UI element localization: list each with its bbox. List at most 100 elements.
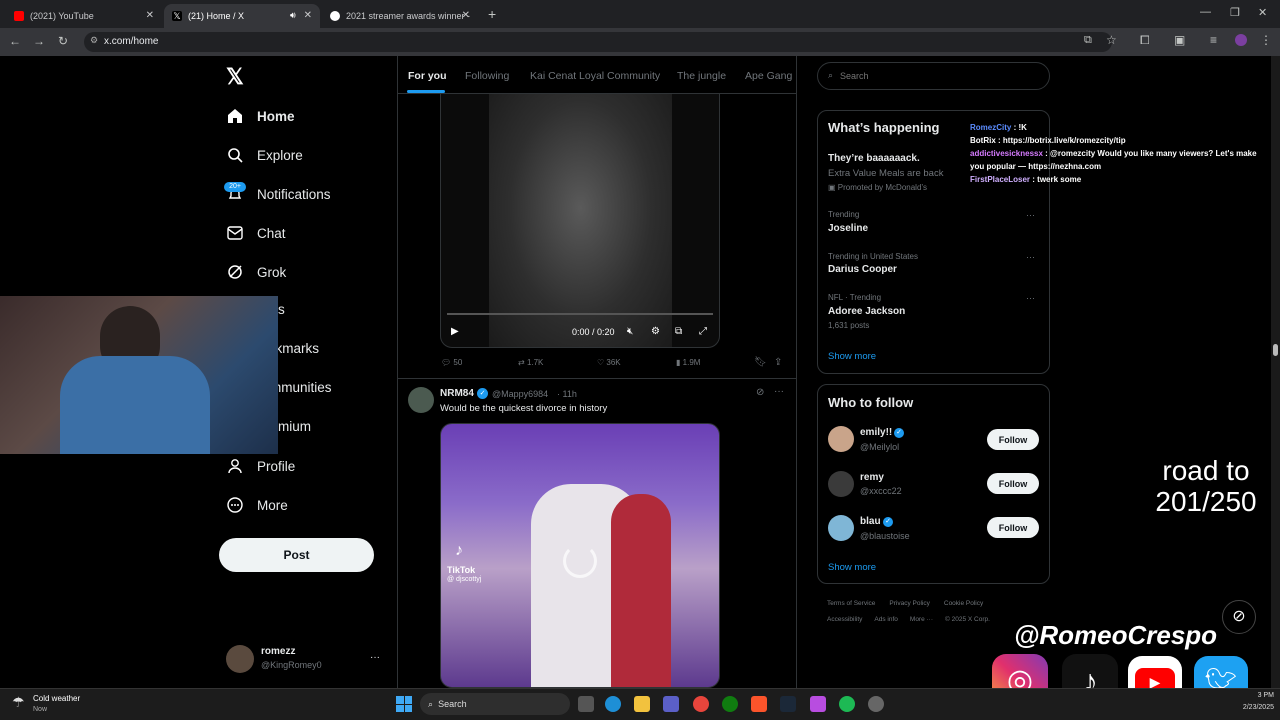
author-avatar[interactable]	[408, 387, 434, 413]
task-view-icon[interactable]	[578, 696, 594, 712]
search-box[interactable]: ⌕	[817, 62, 1050, 90]
trend-more-icon[interactable]: ···	[1026, 252, 1035, 262]
tab-youtube[interactable]: (2021) YouTube ✕	[6, 4, 162, 28]
bookmark-star-icon[interactable]: ☆	[1106, 33, 1117, 47]
accessibility-link[interactable]: Accessibility	[827, 616, 862, 623]
fullscreen-icon[interactable]: ⤢	[699, 326, 707, 337]
like-action[interactable]: ♡ 36K	[597, 358, 621, 367]
ads-info-link[interactable]: Ads info	[874, 616, 898, 623]
footer-more-link[interactable]: More ···	[910, 616, 933, 623]
reply-action[interactable]: 💬︎ 50	[441, 358, 462, 367]
repost-action[interactable]: ⇄ 1.7K	[518, 358, 543, 367]
install-app-icon[interactable]: ⧉	[1084, 34, 1092, 47]
reload-icon[interactable]: ↻	[56, 34, 70, 48]
edge-icon[interactable]	[605, 696, 621, 712]
tab-following[interactable]: Following	[465, 70, 509, 82]
clock-time[interactable]: 3 PM	[1244, 692, 1274, 699]
minimize-button[interactable]: —	[1200, 6, 1211, 18]
close-tab-icon[interactable]: ✕	[146, 10, 154, 21]
new-tab-button[interactable]: +	[488, 6, 496, 22]
back-icon[interactable]: ←	[8, 34, 22, 48]
settings-gear-icon[interactable]: ⚙	[651, 326, 660, 337]
clock-date[interactable]: 2/23/2025	[1234, 704, 1274, 711]
post-button[interactable]: Post	[219, 538, 374, 572]
x-logo-icon[interactable]: 𝕏	[226, 64, 244, 90]
user-avatar[interactable]	[828, 515, 854, 541]
obs-icon[interactable]	[868, 696, 884, 712]
nav-home[interactable]: Home	[226, 105, 295, 127]
taskbar-search[interactable]: ⌕ Search	[420, 693, 570, 715]
spotify-icon[interactable]	[839, 696, 855, 712]
chrome-icon[interactable]	[693, 696, 709, 712]
sidepanel-icon[interactable]: ▣	[1174, 33, 1185, 47]
user-avatar[interactable]	[828, 426, 854, 452]
tab-ape-gang[interactable]: Ape Gang	[745, 70, 792, 82]
windows-start-icon[interactable]	[396, 696, 412, 712]
nav-grok[interactable]: Grok	[226, 261, 286, 283]
trend-name[interactable]: Joseline	[828, 223, 868, 234]
promo-title[interactable]: They’re baaaaaack.	[828, 153, 920, 164]
mute-icon[interactable]: 🔇︎	[627, 326, 633, 337]
nav-chat[interactable]: Chat	[226, 222, 286, 244]
xbox-icon[interactable]	[722, 696, 738, 712]
search-input[interactable]	[840, 68, 1030, 84]
tab-for-you[interactable]: For you	[408, 70, 447, 82]
pip-icon[interactable]: ⧉	[675, 326, 682, 337]
nav-explore[interactable]: Explore	[226, 144, 303, 166]
nav-more[interactable]: More	[226, 494, 288, 516]
brave-icon[interactable]	[751, 696, 767, 712]
nav-communities-label[interactable]: mmunities	[270, 380, 332, 395]
follow-show-more[interactable]: Show more	[828, 562, 876, 573]
views-action[interactable]: ▮ 1.9M	[676, 358, 700, 367]
speaker-icon[interactable]: 🔊︎	[290, 10, 296, 21]
terms-link[interactable]: Terms of Service	[827, 600, 875, 607]
share-icon[interactable]: ⇪	[774, 357, 782, 368]
post-time[interactable]: · 11h	[557, 389, 577, 399]
close-window-button[interactable]: ✕	[1258, 6, 1267, 19]
follow-button[interactable]: Follow	[987, 429, 1039, 450]
follow-button[interactable]: Follow	[987, 517, 1039, 538]
user-avatar[interactable]	[828, 471, 854, 497]
site-info-icon[interactable]: ⚙	[90, 35, 98, 46]
video-progress-track[interactable]	[447, 313, 713, 315]
trend-name[interactable]: Adoree Jackson	[828, 306, 905, 317]
tab-the-jungle[interactable]: The jungle	[677, 70, 726, 82]
close-tab-icon[interactable]: ✕	[304, 10, 312, 21]
promo-subtitle[interactable]: Extra Value Meals are back	[828, 168, 943, 179]
tab-google-search[interactable]: 2021 streamer awards winner - ✕	[322, 4, 478, 28]
restore-button[interactable]: ❐	[1230, 6, 1240, 19]
forward-icon[interactable]: →	[32, 34, 46, 48]
trends-show-more[interactable]: Show more	[828, 351, 876, 362]
follow-button[interactable]: Follow	[987, 473, 1039, 494]
nav-profile[interactable]: Profile	[226, 455, 295, 477]
teams-icon[interactable]	[663, 696, 679, 712]
user-name[interactable]: emily!!	[860, 427, 892, 438]
weather-icon[interactable]: ☂	[12, 694, 25, 711]
scrollbar-thumb[interactable]	[1273, 344, 1278, 356]
post-more-icon[interactable]: ···	[774, 386, 784, 397]
extensions-icon[interactable]: ⧠	[1140, 33, 1150, 48]
cookie-link[interactable]: Cookie Policy	[944, 600, 983, 607]
trend-more-icon[interactable]: ···	[1026, 293, 1035, 303]
steam-icon[interactable]	[780, 696, 796, 712]
weather-title[interactable]: Cold weather	[33, 694, 80, 703]
user-name[interactable]: remy	[860, 472, 884, 483]
account-avatar[interactable]	[226, 645, 254, 673]
video-player[interactable]: ▶ 0:00 / 0:20 🔇︎ ⚙ ⧉ ⤢	[440, 94, 720, 348]
grok-icon[interactable]: ⊘	[756, 387, 764, 398]
play-icon[interactable]: ▶	[451, 326, 459, 337]
media-control-icon[interactable]: ≡	[1210, 33, 1217, 47]
page-scrollbar[interactable]	[1271, 56, 1280, 688]
nav-premium-label[interactable]: mium	[278, 419, 311, 434]
nav-lists-label[interactable]: s	[278, 302, 285, 317]
privacy-link[interactable]: Privacy Policy	[889, 600, 929, 607]
user-name[interactable]: blau	[860, 516, 881, 527]
bookmark-icon[interactable]: 🔖︎	[754, 357, 767, 368]
grok-float-button[interactable]: ⊘	[1222, 600, 1256, 634]
trend-more-icon[interactable]: ···	[1026, 210, 1035, 220]
copilot-icon[interactable]	[810, 696, 826, 712]
tab-x-home[interactable]: 𝕏 (21) Home / X 🔊︎ ✕	[164, 4, 320, 28]
tab-kai-cenat-community[interactable]: Kai Cenat Loyal Community	[530, 70, 660, 82]
browser-menu-icon[interactable]: ⋮	[1260, 33, 1272, 47]
author-name[interactable]: NRM84	[440, 388, 474, 399]
